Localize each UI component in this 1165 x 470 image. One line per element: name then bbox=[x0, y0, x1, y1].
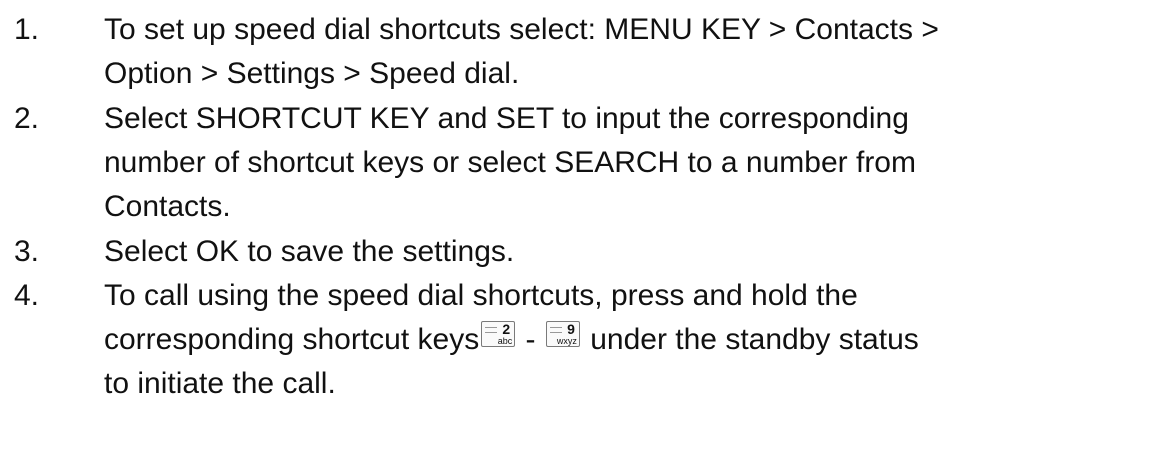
step-text-fragment: corresponding shortcut keys bbox=[104, 323, 480, 356]
instruction-list: 1. To set up speed dial shortcuts select… bbox=[0, 0, 1165, 470]
step-line: To call using the speed dial shortcuts, … bbox=[104, 279, 858, 312]
step-text: To call using the speed dial shortcuts, … bbox=[104, 274, 1164, 406]
step-line: Select SHORTCUT KEY and SET to input the… bbox=[104, 102, 909, 135]
step-line: To set up speed dial shortcuts select: M… bbox=[104, 13, 939, 46]
step-line-with-keys: corresponding shortcut keys 2 abc - 9 wxyz … bbox=[104, 318, 1164, 362]
step-number: 1. bbox=[14, 13, 40, 46]
step-text-fragment: under the standby status bbox=[581, 323, 919, 356]
key-digit: 2 bbox=[502, 321, 511, 337]
step-line: number of shortcut keys or select SEARCH… bbox=[104, 146, 916, 179]
keypad-2-key-icon: 2 abc bbox=[481, 321, 516, 347]
key-digit: 9 bbox=[567, 321, 575, 337]
step-line: Option > Settings > Speed dial. bbox=[104, 57, 520, 90]
step-number: 4. bbox=[14, 279, 40, 312]
keypad-9-key-icon: 9 wxyz bbox=[545, 321, 580, 347]
step-text: Select SHORTCUT KEY and SET to input the… bbox=[104, 97, 1164, 229]
step-line: to initiate the call. bbox=[104, 367, 336, 400]
step-line: Select OK to save the settings. bbox=[104, 235, 515, 268]
key-letters: wxyz bbox=[556, 336, 577, 346]
step-number: 3. bbox=[14, 235, 40, 268]
key-letters: abc bbox=[497, 336, 513, 346]
step-text: To set up speed dial shortcuts select: M… bbox=[104, 8, 1164, 96]
step-line: Contacts. bbox=[104, 190, 231, 223]
key-range-separator: - bbox=[517, 323, 544, 356]
step-number: 2. bbox=[14, 102, 40, 135]
step-text: Select OK to save the settings. bbox=[104, 230, 1164, 274]
